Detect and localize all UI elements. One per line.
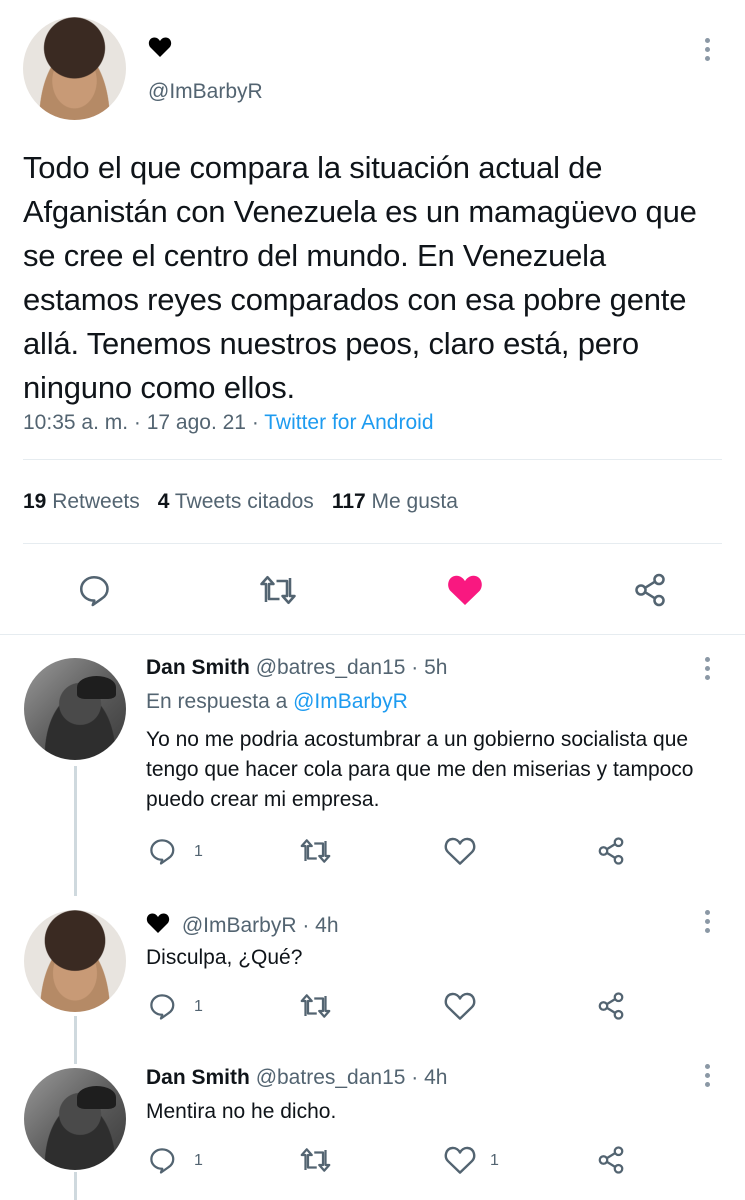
black-heart-icon xyxy=(148,36,172,57)
divider xyxy=(23,543,722,544)
reply-icon[interactable] xyxy=(76,572,112,608)
reply-author-handle[interactable]: @batres_dan15 xyxy=(256,1066,406,1089)
retweet-icon[interactable] xyxy=(299,1145,332,1175)
tweet-text: Todo el que compara la situación actual … xyxy=(23,150,697,405)
reply-text: Disculpa, ¿Qué? xyxy=(146,946,303,969)
tweet-stats: 19 Retweets 4 Tweets citados 117 Me gusta xyxy=(23,490,458,514)
likes-stat[interactable]: 117 Me gusta xyxy=(332,490,458,513)
reply-time[interactable]: · 5h xyxy=(405,656,447,679)
like-icon[interactable] xyxy=(444,1145,476,1175)
reply-actions: 1 xyxy=(0,836,745,868)
like-count: 1 xyxy=(490,1152,499,1169)
more-options-icon[interactable] xyxy=(703,910,711,937)
reply-icon[interactable] xyxy=(147,991,177,1021)
reply-text: Yo no me podria acostumbrar a un gobiern… xyxy=(146,728,694,811)
retweet-icon[interactable] xyxy=(299,836,332,866)
reply-header: Dan Smith @batres_dan15 · 4h xyxy=(146,1066,447,1090)
share-icon[interactable] xyxy=(596,1145,626,1175)
reply-author-handle[interactable]: @ImBarbyR xyxy=(182,914,297,937)
more-options-icon[interactable] xyxy=(703,657,711,684)
author-avatar[interactable] xyxy=(23,17,126,120)
reply-time[interactable]: · 4h xyxy=(297,914,338,937)
reply-icon[interactable] xyxy=(147,836,177,866)
reply-avatar[interactable] xyxy=(24,658,126,760)
retweets-stat[interactable]: 19 Retweets xyxy=(23,490,140,513)
divider xyxy=(0,634,745,635)
reply-actions: 1 1 xyxy=(0,1145,745,1177)
thread-line xyxy=(74,1016,77,1064)
reply-count: 1 xyxy=(194,843,203,860)
tweet-meta: 10:35 a. m. · 17 ago. 21 · Twitter for A… xyxy=(23,411,434,435)
more-options-icon[interactable] xyxy=(703,1064,711,1091)
thread-line xyxy=(74,766,77,896)
divider xyxy=(23,459,722,460)
reply-header: @ImBarbyR · 4h xyxy=(146,912,339,940)
tweet-actions xyxy=(0,568,745,614)
retweet-icon[interactable] xyxy=(258,572,298,608)
author-handle[interactable]: @ImBarbyR xyxy=(148,80,263,104)
more-options-icon[interactable] xyxy=(703,38,711,65)
share-icon[interactable] xyxy=(596,991,626,1021)
reply-actions: 1 xyxy=(0,991,745,1023)
reply-icon[interactable] xyxy=(147,1145,177,1175)
reply-count: 1 xyxy=(194,1152,203,1169)
reply-author-handle[interactable]: @batres_dan15 xyxy=(256,656,406,679)
tweet-source[interactable]: Twitter for Android xyxy=(264,411,433,434)
reply-author-name[interactable]: Dan Smith xyxy=(146,656,250,679)
quotes-stat[interactable]: 4 Tweets citados xyxy=(158,490,314,513)
reply-count: 1 xyxy=(194,998,203,1015)
like-icon[interactable] xyxy=(444,836,476,866)
reply-header: Dan Smith @batres_dan15 · 5h xyxy=(146,656,447,680)
like-filled-icon[interactable] xyxy=(446,572,484,608)
like-icon[interactable] xyxy=(444,991,476,1021)
share-icon[interactable] xyxy=(632,572,668,608)
replying-to-link[interactable]: @ImBarbyR xyxy=(293,690,408,713)
share-icon[interactable] xyxy=(596,836,626,866)
retweet-icon[interactable] xyxy=(299,991,332,1021)
reply-text: Mentira no he dicho. xyxy=(146,1100,337,1123)
black-heart-icon xyxy=(146,912,170,940)
replying-to: En respuesta a @ImBarbyR xyxy=(146,690,408,713)
tweet-timestamp[interactable]: 10:35 a. m. · 17 ago. 21 · xyxy=(23,411,264,434)
reply-time[interactable]: · 4h xyxy=(405,1066,447,1089)
reply-author-name[interactable]: Dan Smith xyxy=(146,1066,250,1089)
